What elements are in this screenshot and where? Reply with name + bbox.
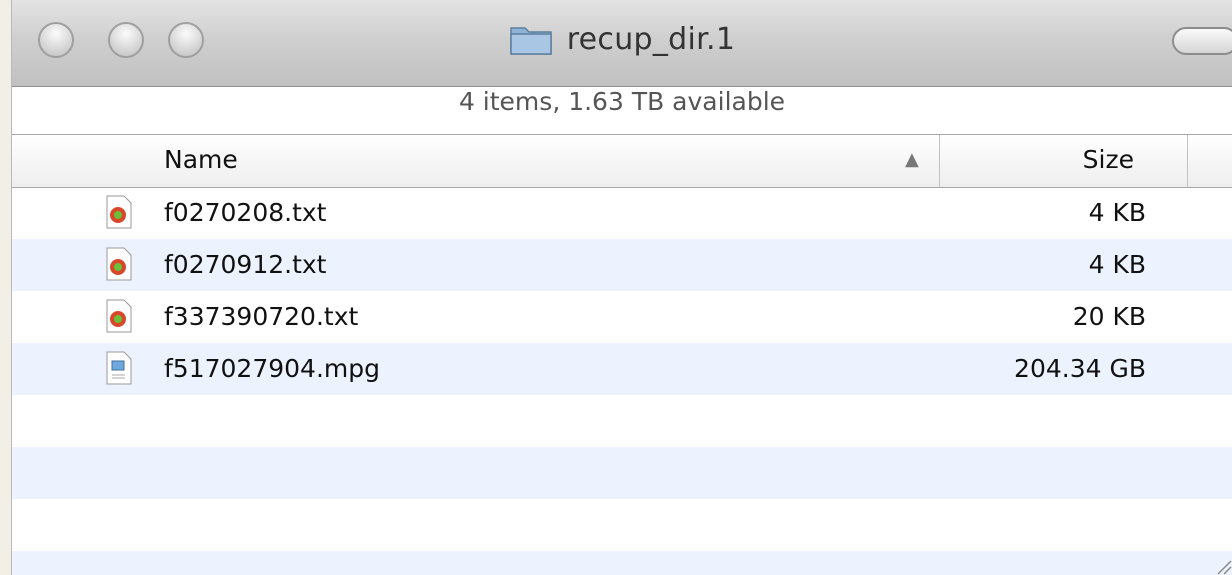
folder-icon (509, 22, 553, 56)
file-name: f0270208.txt (164, 198, 327, 227)
movie-document-icon (106, 351, 132, 385)
file-name: f337390720.txt (164, 302, 359, 331)
file-row[interactable]: f337390720.txt 20 KB (12, 291, 1232, 343)
column-name-header[interactable]: Name (164, 145, 238, 174)
file-row[interactable]: f517027904.mpg 204.34 GB (12, 343, 1232, 395)
column-divider[interactable] (939, 135, 940, 187)
file-row[interactable]: f0270912.txt 4 KB (12, 239, 1232, 291)
file-name: f517027904.mpg (164, 354, 380, 383)
empty-row (12, 447, 1232, 499)
text-document-icon (106, 299, 132, 333)
window-title: recup_dir.1 (12, 14, 1232, 64)
empty-row (12, 551, 1232, 575)
column-divider[interactable] (1187, 135, 1188, 187)
sort-ascending-icon: ▲ (905, 149, 919, 170)
text-document-icon (106, 195, 132, 229)
resize-grip-icon[interactable] (1214, 557, 1232, 575)
column-header: Name ▲ Size (12, 134, 1232, 188)
column-size-header[interactable]: Size (1083, 145, 1134, 174)
empty-row (12, 499, 1232, 551)
file-list: f0270208.txt 4 KB f0270912.txt 4 KB f337… (12, 187, 1232, 575)
file-row[interactable]: f0270208.txt 4 KB (12, 187, 1232, 239)
empty-row (12, 395, 1232, 447)
title-bar[interactable]: recup_dir.1 4 items, 1.63 TB available (12, 0, 1232, 116)
file-size: 204.34 GB (1014, 354, 1146, 383)
file-size: 4 KB (1088, 198, 1146, 227)
file-name: f0270912.txt (164, 250, 327, 279)
finder-window: recup_dir.1 4 items, 1.63 TB available N… (12, 0, 1232, 575)
toolbar-toggle-button[interactable] (1172, 27, 1232, 55)
status-bar: 4 items, 1.63 TB available (12, 68, 1232, 134)
window-title-text: recup_dir.1 (566, 21, 736, 57)
status-text: 4 items, 1.63 TB available (458, 86, 786, 116)
text-document-icon (106, 247, 132, 281)
file-size: 20 KB (1072, 302, 1146, 331)
file-size: 4 KB (1088, 250, 1146, 279)
